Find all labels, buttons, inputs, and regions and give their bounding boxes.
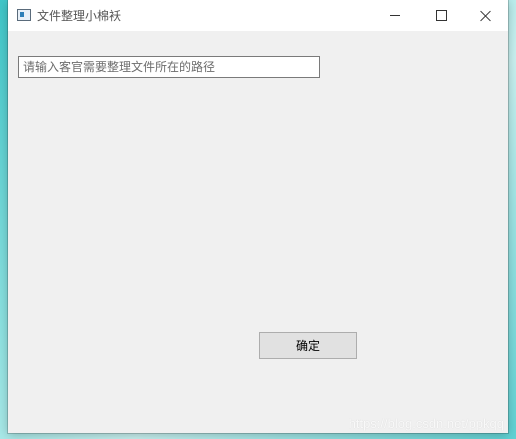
window-title: 文件整理小棉袄 <box>37 9 122 23</box>
maximize-icon <box>435 10 447 21</box>
path-input[interactable] <box>18 56 320 78</box>
maximize-button[interactable] <box>418 0 464 31</box>
close-icon <box>480 10 491 21</box>
app-icon <box>17 9 31 21</box>
minimize-button[interactable] <box>372 0 418 31</box>
minimize-icon <box>390 15 400 16</box>
close-button[interactable] <box>462 0 508 31</box>
title-bar[interactable]: 文件整理小棉袄 <box>8 0 508 31</box>
confirm-button[interactable]: 确定 <box>259 332 357 359</box>
watermark-text: https://blog.csdn.net/ppkqq <box>348 416 504 431</box>
app-window: 文件整理小棉袄 确定 https://blog.csdn.net/ppkqq <box>8 0 508 433</box>
